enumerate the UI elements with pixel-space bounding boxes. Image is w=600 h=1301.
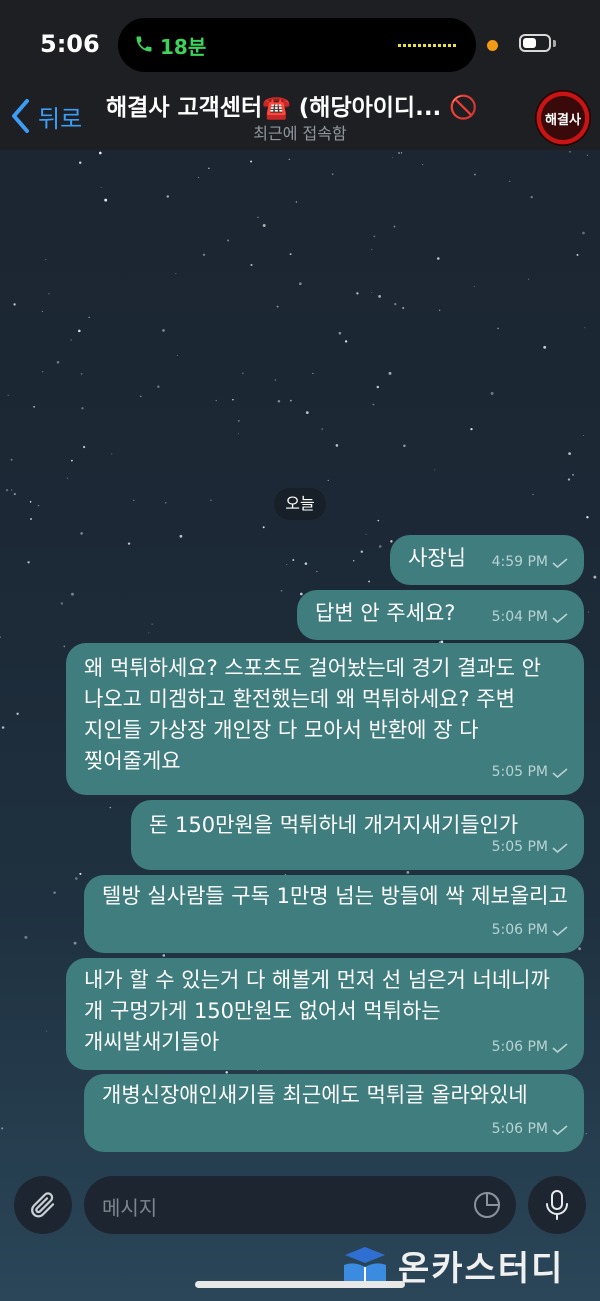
chat-title[interactable]: 해결사 고객센터☎️ (해당아이디... 🚫 (106, 88, 526, 122)
contact-avatar[interactable]: 해결사 (535, 90, 591, 146)
message-time: 4:59 PM (491, 554, 548, 570)
read-check-icon (552, 767, 568, 778)
date-separator: 오늘 (274, 488, 326, 520)
watermark-text: 온카스터디 (398, 1248, 565, 1289)
outgoing-message[interactable]: 사장님 4:59 PM (390, 535, 584, 585)
message-text: 텔방 실사람들 구독 1만명 넘는 방들에 싹 제보올리고 (102, 884, 568, 908)
outgoing-message[interactable]: 개병신장애인새기들 최근에도 먹튀글 올라와있네 5:06 PM (84, 1074, 584, 1152)
outgoing-message[interactable]: 돈 150만원을 먹튀하네 개거지새기들인가 5:05 PM (131, 800, 584, 870)
message-meta: 5:05 PM (492, 757, 568, 788)
dynamic-island-call-pill[interactable]: 18분 (118, 18, 476, 72)
phone-icon (136, 36, 152, 52)
message-meta: 5:04 PM (492, 602, 568, 633)
read-check-icon (552, 612, 568, 623)
message-time: 5:06 PM (491, 1039, 548, 1055)
avatar-logo-text: 해결사 (545, 112, 581, 128)
home-indicator (195, 1281, 405, 1288)
last-seen-status: 최근에 접속함 (253, 124, 347, 143)
message-meta: 5:06 PM (492, 1114, 568, 1145)
message-meta: 5:06 PM (492, 1032, 568, 1063)
chat-header: 뒤로 해결사 고객센터☎️ (해당아이디... 🚫 최근에 접속함 해결사 (0, 88, 600, 150)
mic-in-use-indicator (487, 40, 498, 51)
outgoing-message[interactable]: 답변 안 주세요? 5:04 PM (297, 590, 584, 640)
battery-tip (553, 40, 556, 47)
message-meta: 4:59 PM (492, 547, 568, 578)
read-check-icon (552, 1042, 568, 1053)
message-time: 5:06 PM (491, 922, 548, 938)
sticker-icon[interactable] (472, 1190, 502, 1220)
outgoing-message[interactable]: 내가 할 수 있는거 다 해볼게 먼저 선 넘은거 너네니까 개 구멍가게 15… (66, 958, 584, 1070)
voice-record-button[interactable] (528, 1176, 586, 1234)
read-check-icon (552, 842, 568, 853)
read-check-icon (552, 1124, 568, 1135)
microphone-icon (546, 1190, 568, 1220)
message-meta: 5:06 PM (492, 915, 568, 946)
battery-icon (519, 34, 551, 52)
message-time: 5:05 PM (491, 764, 548, 780)
message-time: 5:04 PM (491, 609, 548, 625)
paperclip-icon (31, 1192, 55, 1218)
message-meta: 5:05 PM (492, 832, 568, 863)
read-check-icon (552, 925, 568, 936)
attach-button[interactable] (14, 1176, 72, 1234)
message-time: 5:06 PM (491, 1121, 548, 1137)
status-bar: 5:06 18분 (0, 0, 600, 88)
call-duration: 18분 (160, 35, 207, 59)
message-text: 개병신장애인새기들 최근에도 먹튀글 올라와있네 (102, 1083, 528, 1107)
status-time: 5:06 (40, 30, 100, 58)
audio-waveform-icon (398, 44, 456, 47)
message-input[interactable]: 메시지 (84, 1176, 516, 1234)
message-placeholder: 메시지 (102, 1196, 158, 1220)
outgoing-message[interactable]: 왜 먹튀하세요? 스포츠도 걸어놨는데 경기 결과도 안 나오고 미겜하고 환전… (66, 643, 584, 795)
outgoing-message[interactable]: 텔방 실사람들 구독 1만명 넘는 방들에 싹 제보올리고 5:06 PM (84, 875, 584, 953)
read-check-icon (552, 557, 568, 568)
message-time: 5:05 PM (491, 839, 548, 855)
